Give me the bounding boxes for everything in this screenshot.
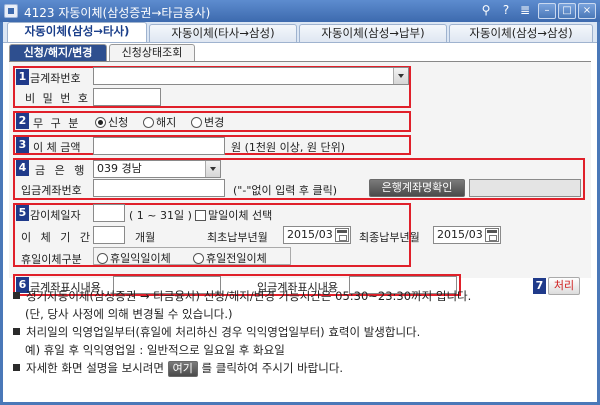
bank-select-value: 039 경남 [97,162,142,175]
password-input[interactable] [93,88,161,106]
radio-cancel-label: 해지 [156,116,177,129]
request-type-label: 무 구 분 [33,117,81,130]
holiday-label: 휴일이체구분 [21,253,82,266]
form-panel: 1 금계좌번호 비 밀 번 호 2 무 구 분 신청 해지 변경 3 이 체 금… [9,62,591,296]
chevron-down-icon[interactable] [393,68,408,84]
radio-dot [191,117,202,128]
note-effect-text: 처리일의 익영업일부터(휴일에 처리하신 경우 익익영업일부터) 효력이 발생합… [26,325,421,339]
menu-icon[interactable]: ≣ [516,3,534,19]
help-icon[interactable]: ? [498,3,514,19]
period-label: 이 체 기 간 [21,231,93,244]
radio-holiday-prev-label: 휴일전일이체 [206,252,267,265]
last-payment-label: 최종납부년월 [359,231,420,244]
account-name-display [469,179,581,197]
section-3-number: 3 [16,137,29,153]
bullet-icon [13,292,20,299]
last-day-label: 말일이체 선택 [208,209,273,222]
radio-holiday-prev[interactable]: 휴일전일이체 [193,250,267,265]
note-effect-sub: 예) 휴일 후 익익영업일 : 일반적으로 일요일 후 화요일 [25,343,285,357]
tab-samsung-to-payment[interactable]: 자동이체(삼성→납부) [299,24,447,42]
note-effect: 처리일의 익영업일부터(휴일에 처리하신 경우 익익영업일부터) 효력이 발생합… [13,324,420,340]
note-hours-text: 정기자동이체(삼성증권 → 타금융사) 신청/해지/변경 가능시간은 05:30… [26,289,472,303]
radio-apply[interactable]: 신청 [95,114,129,129]
radio-dot [97,253,108,264]
first-payment-value: 2015/03 [287,228,333,241]
radio-dot [95,117,106,128]
account-label: 금계좌번호 [30,72,81,85]
transfer-day-range: ( 1 ~ 31일 ) [129,209,192,222]
subtab-status[interactable]: 신청상태조회 [109,44,195,61]
radio-change-label: 변경 [204,116,225,129]
process-button[interactable]: 처리 [548,277,580,295]
transfer-day-input[interactable] [93,204,125,222]
window-title: 4123 자동이체(삼성증권→타금융사) [24,6,211,20]
tab-samsung-to-other[interactable]: 자동이체(삼성→타사) [7,22,147,42]
title-bar: 4123 자동이체(삼성증권→타금융사) ⚲ ? ≣ – □ × [0,0,600,22]
section-1-number: 1 [16,69,29,85]
note-hours: 정기자동이체(삼성증권 → 타금융사) 신청/해지/변경 가능시간은 05:30… [13,288,471,304]
radio-holiday-next-label: 휴일익일이체 [110,252,171,265]
checkbox-box[interactable] [195,210,206,221]
password-label: 비 밀 번 호 [25,92,90,105]
main-window: 자동이체(삼성→타사) 자동이체(타사→삼성) 자동이체(삼성→납부) 자동이체… [3,22,597,402]
radio-dot [193,253,204,264]
section-7-number: 7 [533,278,546,294]
radio-change[interactable]: 변경 [191,114,225,129]
note-help: 자세한 화면 설명을 보시려면 여기 를 클릭하여 주시기 바랍니다. [13,360,343,377]
amount-unit-note: 원 (1천원 이상, 원 단위) [231,141,346,154]
last-day-checkbox[interactable]: 말일이체 선택 [195,207,272,223]
bank-label: 금 은 행 [35,164,88,177]
subtab-apply[interactable]: 신청/해지/변경 [9,44,107,61]
radio-apply-label: 신청 [108,116,129,129]
calendar-icon[interactable] [485,228,499,242]
note-help-post: 를 클릭하여 주시기 바랍니다. [201,361,344,375]
main-tabs: 자동이체(삼성→타사) 자동이체(타사→삼성) 자동이체(삼성→납부) 자동이체… [3,22,597,42]
minimize-button[interactable]: – [538,3,556,19]
calendar-icon[interactable] [335,228,349,242]
note-help-pre: 자세한 화면 설명을 보시려면 [26,361,164,375]
tab-other-to-samsung[interactable]: 자동이체(타사→삼성) [149,24,297,42]
amount-label: 이 체 금액 [33,141,81,154]
last-payment-value: 2015/03 [437,228,483,241]
account-select[interactable] [93,67,409,85]
maximize-button[interactable]: □ [558,3,576,19]
in-account-input[interactable] [93,179,225,197]
chevron-down-icon[interactable] [205,161,220,177]
period-unit: 개월 [135,231,156,244]
radio-cancel[interactable]: 해지 [143,114,177,129]
section-5-number: 5 [16,205,29,221]
section-4-number: 4 [16,160,29,176]
radio-dot [143,117,154,128]
radio-holiday-next[interactable]: 휴일익일이체 [97,250,171,265]
first-payment-label: 최초납부년월 [207,231,268,244]
close-button[interactable]: × [578,3,596,19]
bullet-icon [13,328,20,335]
bank-select[interactable]: 039 경남 [93,160,221,178]
check-account-button[interactable]: 은행계좌명확인 [369,179,465,197]
bullet-icon [13,364,20,371]
section-2-number: 2 [16,113,29,129]
app-icon [4,4,18,18]
in-account-label: 입금계좌번호 [21,184,82,197]
period-input[interactable] [93,226,125,244]
tab-divider [3,42,597,43]
amount-input[interactable] [93,137,225,155]
tab-samsung-to-samsung[interactable]: 자동이체(삼성→삼성) [449,24,593,42]
in-account-note: ("-"없이 입력 후 클릭) [233,184,338,197]
transfer-day-label: 감이체일자 [30,209,81,222]
help-here-button[interactable]: 여기 [167,361,198,377]
pin-icon[interactable]: ⚲ [478,3,494,19]
note-hours-sub: (단, 당사 사정에 의해 변경될 수 있습니다.) [25,307,233,321]
